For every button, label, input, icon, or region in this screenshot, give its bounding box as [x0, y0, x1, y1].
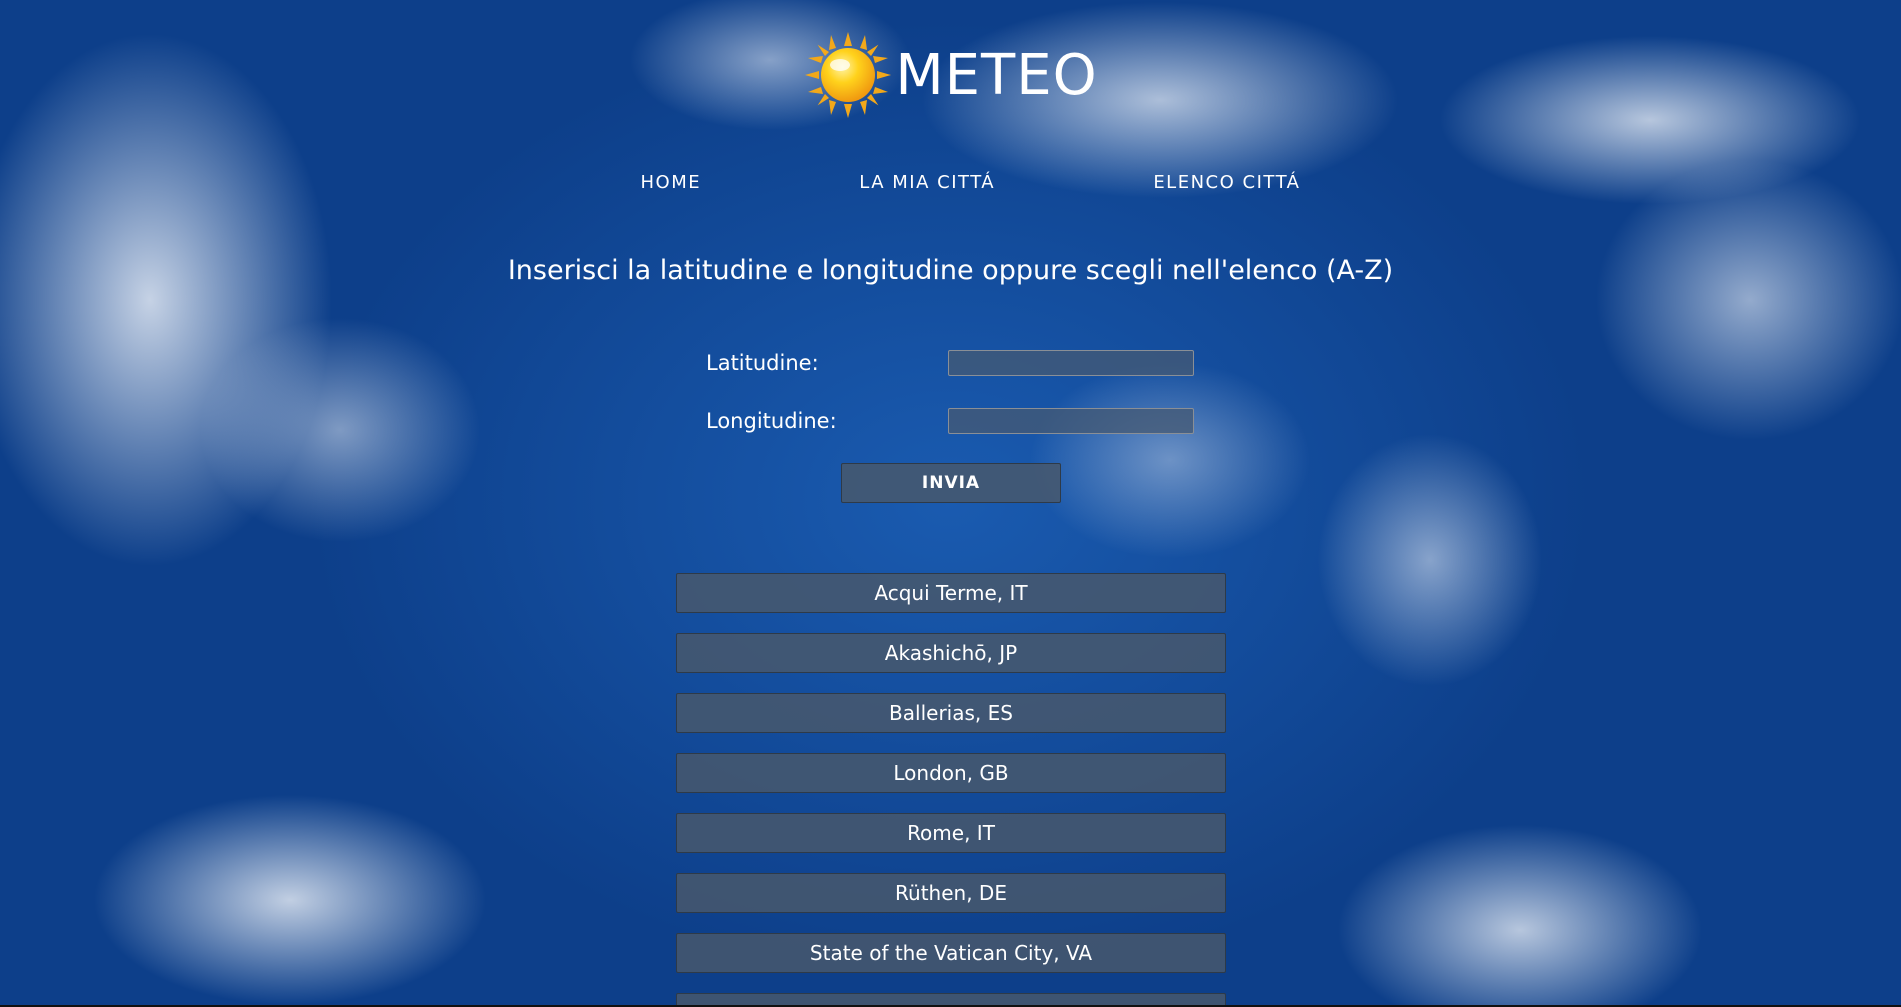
city-button[interactable]: State of the Vatican City, VA [676, 933, 1226, 973]
city-button[interactable]: London, GB [676, 753, 1226, 793]
app-title: METEO [895, 42, 1098, 108]
city-list: Acqui Terme, IT Akashichō, JP Ballerias,… [676, 573, 1226, 1007]
nav-item-my-city[interactable]: LA MIA CITTÁ [859, 172, 995, 193]
city-button[interactable]: Akashichō, JP [676, 633, 1226, 673]
longitude-input[interactable] [948, 408, 1194, 434]
header: METEO [0, 30, 1901, 120]
city-button[interactable]: Acqui Terme, IT [676, 573, 1226, 613]
latitude-input[interactable] [948, 350, 1194, 376]
sun-icon [803, 30, 893, 120]
city-button[interactable]: Rome, IT [676, 813, 1226, 853]
page-background: METEO HOME LA MIA CITTÁ ELENCO CITTÁ Ins… [0, 0, 1901, 1007]
latitude-label: Latitudine: [706, 351, 819, 375]
nav-item-city-list[interactable]: ELENCO CITTÁ [1153, 172, 1300, 193]
longitude-label: Longitudine: [706, 409, 837, 433]
longitude-row: Longitudine: [706, 403, 1196, 439]
city-button[interactable]: Ballerias, ES [676, 693, 1226, 733]
main-nav: HOME LA MIA CITTÁ ELENCO CITTÁ [0, 172, 1901, 193]
city-button[interactable]: Rüthen, DE [676, 873, 1226, 913]
latitude-row: Latitudine: [706, 345, 1196, 381]
submit-button[interactable]: INVIA [841, 463, 1061, 503]
logo[interactable]: METEO [803, 30, 1097, 120]
coordinates-form: Latitudine: Longitudine: [706, 345, 1196, 461]
instruction-text: Inserisci la latitudine e longitudine op… [507, 255, 1394, 286]
nav-item-home[interactable]: HOME [641, 172, 702, 193]
